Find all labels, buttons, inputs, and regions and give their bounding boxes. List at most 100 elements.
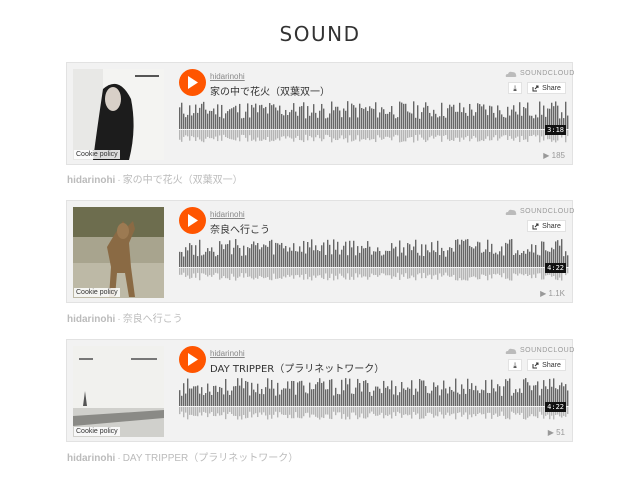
share-button[interactable]: Share	[527, 220, 566, 232]
waveform-bar	[383, 109, 385, 129]
waveform-bar	[495, 117, 497, 129]
waveform-reflection	[203, 407, 205, 412]
cookie-policy-link[interactable]: Cookie policy	[74, 288, 120, 297]
waveform-reflection	[391, 407, 393, 419]
waveform-reflection	[319, 130, 321, 139]
waveform-bar	[331, 101, 333, 129]
waveform-reflection	[437, 130, 439, 136]
uploader-link[interactable]: hidarinohi	[210, 72, 245, 81]
track-title[interactable]: 奈良へ行こう	[210, 221, 270, 236]
track-title[interactable]: 家の中で花火（双葉双一）	[210, 83, 330, 98]
waveform-bar	[417, 105, 419, 129]
waveform[interactable]	[179, 376, 569, 424]
caption-title[interactable]: DAY TRIPPER（プラリネットワーク）	[123, 453, 299, 464]
soundcloud-logo[interactable]: SOUNDCLOUD	[505, 347, 575, 354]
waveform-bar	[251, 244, 253, 267]
cookie-policy-link[interactable]: Cookie policy	[74, 150, 120, 159]
waveform-bar	[335, 106, 337, 129]
track-caption[interactable]: hidarinohi · 奈良へ行こう	[67, 310, 183, 325]
duration-badge: 3:18	[545, 125, 566, 135]
track-title[interactable]: DAY TRIPPER（プラリネットワーク）	[210, 360, 384, 375]
waveform-reflection	[335, 130, 337, 140]
waveform-reflection	[271, 130, 273, 141]
cookie-policy-link[interactable]: Cookie policy	[74, 427, 120, 436]
waveform-reflection	[243, 407, 245, 415]
share-button[interactable]: Share	[527, 82, 566, 94]
waveform-reflection	[275, 268, 277, 279]
share-icon	[532, 223, 539, 229]
waveform-reflection	[427, 268, 429, 276]
track-artwork[interactable]: Cookie policy	[73, 346, 164, 437]
waveform-reflection	[307, 407, 309, 413]
waveform-reflection	[433, 268, 435, 276]
waveform[interactable]	[179, 99, 569, 147]
play-button[interactable]	[179, 69, 206, 96]
waveform-reflection	[381, 407, 383, 413]
caption-title[interactable]: 奈良へ行こう	[123, 314, 183, 325]
download-button[interactable]: ⤓	[508, 82, 522, 94]
waveform-reflection	[245, 407, 247, 419]
waveform-reflection	[255, 268, 257, 278]
waveform-bar	[341, 117, 343, 129]
track-caption[interactable]: hidarinohi · DAY TRIPPER（プラリネットワーク）	[67, 449, 298, 464]
waveform-reflection	[529, 268, 531, 275]
download-button[interactable]: ⤓	[508, 359, 522, 371]
track-caption[interactable]: hidarinohi · 家の中で花火（双葉双一）	[67, 171, 243, 186]
waveform-reflection	[191, 130, 193, 137]
waveform-reflection	[293, 407, 295, 419]
waveform-bar	[289, 112, 291, 129]
play-button[interactable]	[179, 346, 206, 373]
track-artwork[interactable]: Cookie policy	[73, 69, 164, 160]
waveform-bar	[303, 240, 305, 267]
waveform-reflection	[311, 268, 313, 281]
waveform-bar	[383, 380, 385, 406]
waveform-reflection	[263, 407, 265, 413]
waveform-bar	[329, 379, 331, 406]
waveform-reflection	[223, 407, 225, 413]
share-button[interactable]: Share	[527, 359, 566, 371]
uploader-link[interactable]: hidarinohi	[210, 349, 245, 358]
waveform-reflection	[191, 268, 193, 278]
waveform[interactable]	[179, 237, 569, 285]
waveform-reflection	[239, 407, 241, 417]
caption-user[interactable]: hidarinohi	[67, 314, 115, 325]
soundcloud-logo[interactable]: SOUNDCLOUD	[505, 208, 575, 215]
waveform-reflection	[395, 268, 397, 278]
track-artwork[interactable]: Cookie policy	[73, 207, 164, 298]
waveform-reflection	[285, 407, 287, 415]
waveform-reflection	[281, 268, 283, 279]
waveform-bar	[441, 389, 443, 406]
waveform-bar	[455, 378, 457, 406]
waveform-bar	[201, 103, 203, 129]
waveform-reflection	[451, 130, 453, 141]
waveform-reflection	[193, 407, 195, 416]
waveform-bar	[295, 251, 297, 267]
waveform-reflection	[515, 407, 517, 415]
waveform-bar	[415, 117, 417, 129]
waveform-bar	[469, 103, 471, 129]
caption-user[interactable]: hidarinohi	[67, 175, 115, 186]
waveform-bar	[203, 395, 205, 406]
waveform-bar	[315, 245, 317, 267]
waveform-reflection	[491, 407, 493, 419]
waveform-reflection	[259, 268, 261, 276]
caption-separator: ·	[117, 314, 121, 325]
waveform-bar	[311, 112, 313, 129]
waveform-reflection	[449, 130, 451, 141]
waveform-reflection	[403, 407, 405, 415]
soundcloud-logo[interactable]: SOUNDCLOUD	[505, 70, 575, 77]
waveform-bar	[535, 114, 537, 129]
waveform-reflection	[225, 268, 227, 279]
waveform-bar	[447, 108, 449, 129]
waveform-reflection	[431, 130, 433, 136]
waveform-bar	[483, 390, 485, 406]
caption-title[interactable]: 家の中で花火（双葉双一）	[123, 175, 243, 186]
waveform-bar	[297, 382, 299, 406]
waveform-bar	[385, 250, 387, 267]
uploader-link[interactable]: hidarinohi	[210, 210, 245, 219]
play-button[interactable]	[179, 207, 206, 234]
waveform-bar	[409, 388, 411, 406]
caption-user[interactable]: hidarinohi	[67, 453, 115, 464]
waveform-bar	[525, 253, 527, 267]
waveform-bar	[191, 388, 193, 406]
